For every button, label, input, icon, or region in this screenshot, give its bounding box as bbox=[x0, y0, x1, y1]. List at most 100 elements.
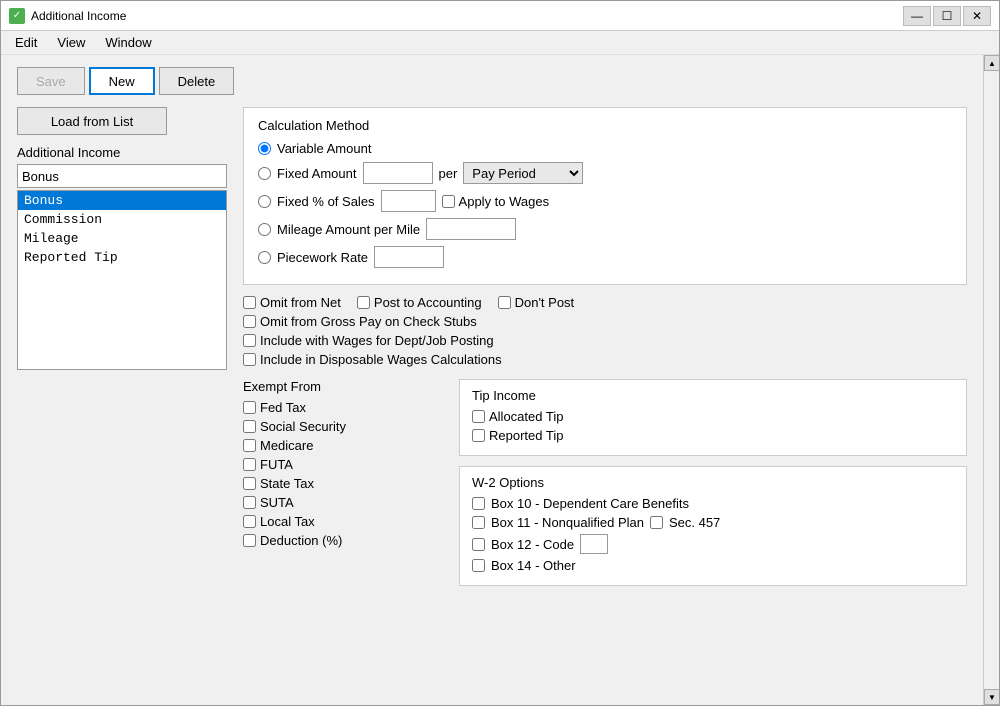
w2-box11-checkbox[interactable] bbox=[472, 516, 485, 529]
save-button[interactable]: Save bbox=[17, 67, 85, 95]
dont-post-checkbox[interactable] bbox=[498, 296, 511, 309]
suta-label: SUTA bbox=[260, 495, 294, 510]
apply-to-wages-text: Apply to Wages bbox=[459, 194, 550, 209]
social-security-checkbox[interactable] bbox=[243, 420, 256, 433]
social-security-label: Social Security bbox=[260, 419, 346, 434]
new-button[interactable]: New bbox=[89, 67, 155, 95]
w2-sec457-checkbox[interactable] bbox=[650, 516, 663, 529]
omit-from-net-label: Omit from Net bbox=[243, 295, 341, 310]
fixed-pct-label: Fixed % of Sales bbox=[277, 194, 375, 209]
scroll-up-button[interactable]: ▲ bbox=[984, 55, 999, 71]
list-item-mileage[interactable]: Mileage bbox=[18, 229, 226, 248]
maximize-button[interactable]: ☐ bbox=[933, 6, 961, 26]
menu-view[interactable]: View bbox=[47, 33, 95, 52]
medicare-checkbox[interactable] bbox=[243, 439, 256, 452]
fixed-pct-input[interactable] bbox=[381, 190, 436, 212]
main-window: ✓ Additional Income — ☐ ✕ Edit View Wind… bbox=[0, 0, 1000, 706]
load-from-list-button[interactable]: Load from List bbox=[17, 107, 167, 135]
mileage-row: Mileage Amount per Mile bbox=[258, 218, 952, 240]
options-section: Omit from Net Post to Accounting Don't P… bbox=[243, 295, 967, 367]
toolbar: Save New Delete bbox=[17, 67, 967, 95]
w2-box12-code-input[interactable] bbox=[580, 534, 608, 554]
scrollbar-track[interactable] bbox=[984, 71, 999, 689]
per-label: per bbox=[439, 166, 458, 181]
window-body: Save New Delete Load from List Additiona… bbox=[1, 55, 999, 705]
additional-income-label: Additional Income bbox=[17, 145, 227, 160]
suta-row: SUTA bbox=[243, 495, 443, 510]
mileage-radio[interactable] bbox=[258, 223, 271, 236]
apply-to-wages-checkbox[interactable] bbox=[442, 195, 455, 208]
mileage-label: Mileage Amount per Mile bbox=[277, 222, 420, 237]
fed-tax-row: Fed Tax bbox=[243, 400, 443, 415]
omit-from-net-text: Omit from Net bbox=[260, 295, 341, 310]
include-disposable-text: Include in Disposable Wages Calculations bbox=[260, 352, 502, 367]
omit-from-net-checkbox[interactable] bbox=[243, 296, 256, 309]
piecework-radio[interactable] bbox=[258, 251, 271, 264]
social-security-row: Social Security bbox=[243, 419, 443, 434]
w2-box10-label: Box 10 - Dependent Care Benefits bbox=[491, 496, 689, 511]
deduction-label: Deduction (%) bbox=[260, 533, 342, 548]
list-item-reported-tip[interactable]: Reported Tip bbox=[18, 248, 226, 267]
allocated-tip-checkbox[interactable] bbox=[472, 410, 485, 423]
menu-bar: Edit View Window bbox=[1, 31, 999, 55]
w2-box10-checkbox[interactable] bbox=[472, 497, 485, 510]
local-tax-row: Local Tax bbox=[243, 514, 443, 529]
main-content: Save New Delete Load from List Additiona… bbox=[1, 55, 983, 705]
tip-income-panel: Tip Income Allocated Tip Reported Tip bbox=[459, 379, 967, 456]
minimize-button[interactable]: — bbox=[903, 6, 931, 26]
scrollbar: ▲ ▼ bbox=[983, 55, 999, 705]
list-item-commission[interactable]: Commission bbox=[18, 210, 226, 229]
state-tax-row: State Tax bbox=[243, 476, 443, 491]
fixed-amount-row: Fixed Amount per Pay Period bbox=[258, 162, 952, 184]
reported-tip-checkbox[interactable] bbox=[472, 429, 485, 442]
futa-checkbox[interactable] bbox=[243, 458, 256, 471]
variable-amount-row: Variable Amount bbox=[258, 141, 952, 156]
calculation-method-panel: Calculation Method Variable Amount Fixed… bbox=[243, 107, 967, 285]
pay-period-select[interactable]: Pay Period bbox=[463, 162, 583, 184]
variable-amount-label: Variable Amount bbox=[277, 141, 371, 156]
state-tax-label: State Tax bbox=[260, 476, 314, 491]
w2-box14-checkbox[interactable] bbox=[472, 559, 485, 572]
tip-income-title: Tip Income bbox=[472, 388, 954, 403]
w2-box12-checkbox[interactable] bbox=[472, 538, 485, 551]
list-item-bonus[interactable]: Bonus bbox=[18, 191, 226, 210]
omit-gross-row: Omit from Gross Pay on Check Stubs bbox=[243, 314, 967, 329]
deduction-checkbox[interactable] bbox=[243, 534, 256, 547]
mileage-input[interactable] bbox=[426, 218, 516, 240]
reported-tip-row: Reported Tip bbox=[472, 428, 954, 443]
deduction-row: Deduction (%) bbox=[243, 533, 443, 548]
left-panel: Load from List Additional Income Bonus C… bbox=[17, 107, 227, 586]
w2-title: W-2 Options bbox=[472, 475, 954, 490]
piecework-input[interactable] bbox=[374, 246, 444, 268]
menu-edit[interactable]: Edit bbox=[5, 33, 47, 52]
include-disposable-row: Include in Disposable Wages Calculations bbox=[243, 352, 967, 367]
dont-post-label: Don't Post bbox=[498, 295, 575, 310]
include-wages-checkbox[interactable] bbox=[243, 334, 256, 347]
right-sub-sections: Tip Income Allocated Tip Reported Tip bbox=[459, 379, 967, 586]
right-panel: Calculation Method Variable Amount Fixed… bbox=[243, 107, 967, 586]
two-col-layout: Load from List Additional Income Bonus C… bbox=[17, 107, 967, 586]
income-list: Bonus Commission Mileage Reported Tip bbox=[17, 190, 227, 370]
menu-window[interactable]: Window bbox=[95, 33, 161, 52]
include-disposable-checkbox[interactable] bbox=[243, 353, 256, 366]
local-tax-checkbox[interactable] bbox=[243, 515, 256, 528]
piecework-label: Piecework Rate bbox=[277, 250, 368, 265]
apply-to-wages-label: Apply to Wages bbox=[442, 194, 550, 209]
delete-button[interactable]: Delete bbox=[159, 67, 235, 95]
scroll-down-button[interactable]: ▼ bbox=[984, 689, 999, 705]
state-tax-checkbox[interactable] bbox=[243, 477, 256, 490]
medicare-row: Medicare bbox=[243, 438, 443, 453]
income-name-input[interactable] bbox=[17, 164, 227, 188]
post-to-accounting-checkbox[interactable] bbox=[357, 296, 370, 309]
option-row-1: Omit from Net Post to Accounting Don't P… bbox=[243, 295, 967, 310]
calc-method-title: Calculation Method bbox=[258, 118, 952, 133]
fed-tax-checkbox[interactable] bbox=[243, 401, 256, 414]
fed-tax-label: Fed Tax bbox=[260, 400, 306, 415]
suta-checkbox[interactable] bbox=[243, 496, 256, 509]
fixed-amount-radio[interactable] bbox=[258, 167, 271, 180]
close-button[interactable]: ✕ bbox=[963, 6, 991, 26]
fixed-amount-input[interactable] bbox=[363, 162, 433, 184]
omit-gross-checkbox[interactable] bbox=[243, 315, 256, 328]
variable-amount-radio[interactable] bbox=[258, 142, 271, 155]
fixed-pct-radio[interactable] bbox=[258, 195, 271, 208]
